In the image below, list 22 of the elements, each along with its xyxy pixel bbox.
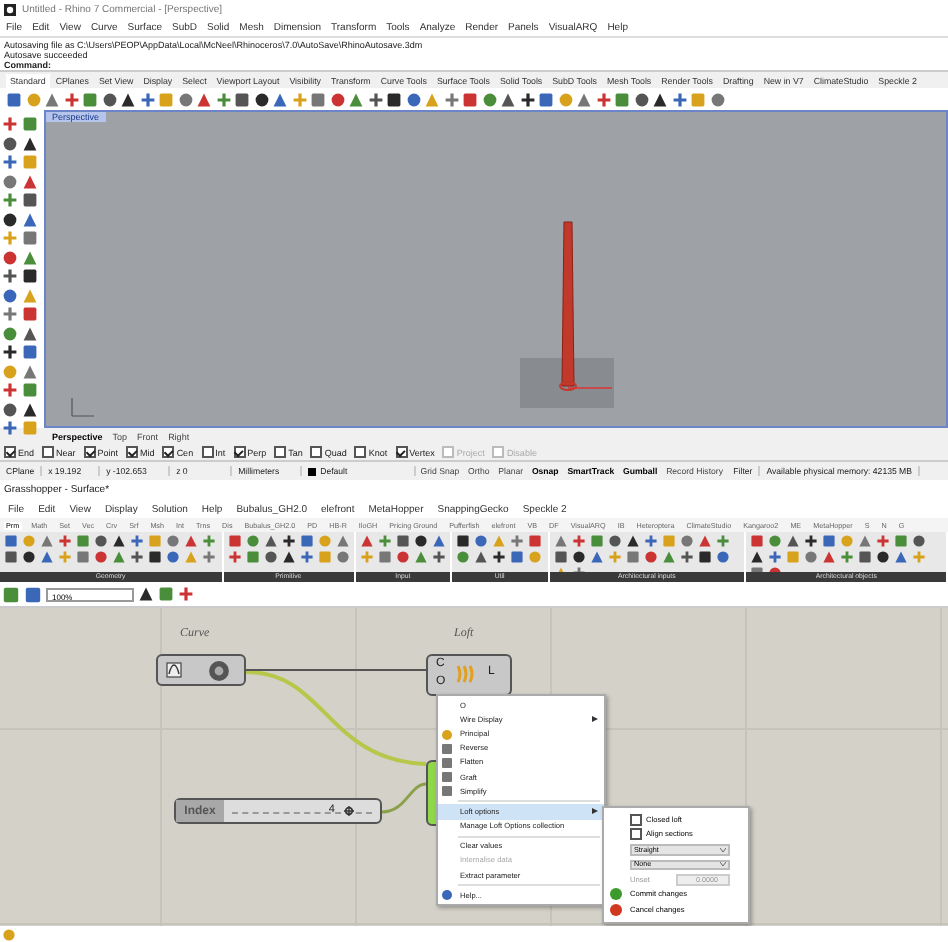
submenu-arrow-icon xyxy=(592,808,598,815)
slider-thumb[interactable] xyxy=(344,806,355,816)
tool-icon[interactable] xyxy=(431,550,446,564)
tool-icon[interactable] xyxy=(281,534,296,548)
caret-icon xyxy=(720,847,726,852)
axis-icon xyxy=(68,394,96,418)
status-icon[interactable] xyxy=(2,927,16,941)
tool-icon[interactable] xyxy=(2,344,18,360)
curve-icon xyxy=(166,662,182,678)
tool-icon[interactable] xyxy=(2,268,18,284)
tool-icon[interactable] xyxy=(519,91,535,107)
tool-icon[interactable] xyxy=(492,550,507,564)
tool-icon[interactable] xyxy=(804,534,819,548)
tool-icon[interactable] xyxy=(130,550,144,564)
tool-icon[interactable] xyxy=(679,550,694,564)
disk-icon xyxy=(208,660,230,682)
curve-component[interactable] xyxy=(156,654,246,686)
tool-icon[interactable] xyxy=(367,91,383,107)
submenu-arrow-icon xyxy=(592,716,598,723)
caret-icon xyxy=(720,862,726,867)
menu-item-icon xyxy=(442,890,452,901)
loft-icon xyxy=(456,664,476,684)
